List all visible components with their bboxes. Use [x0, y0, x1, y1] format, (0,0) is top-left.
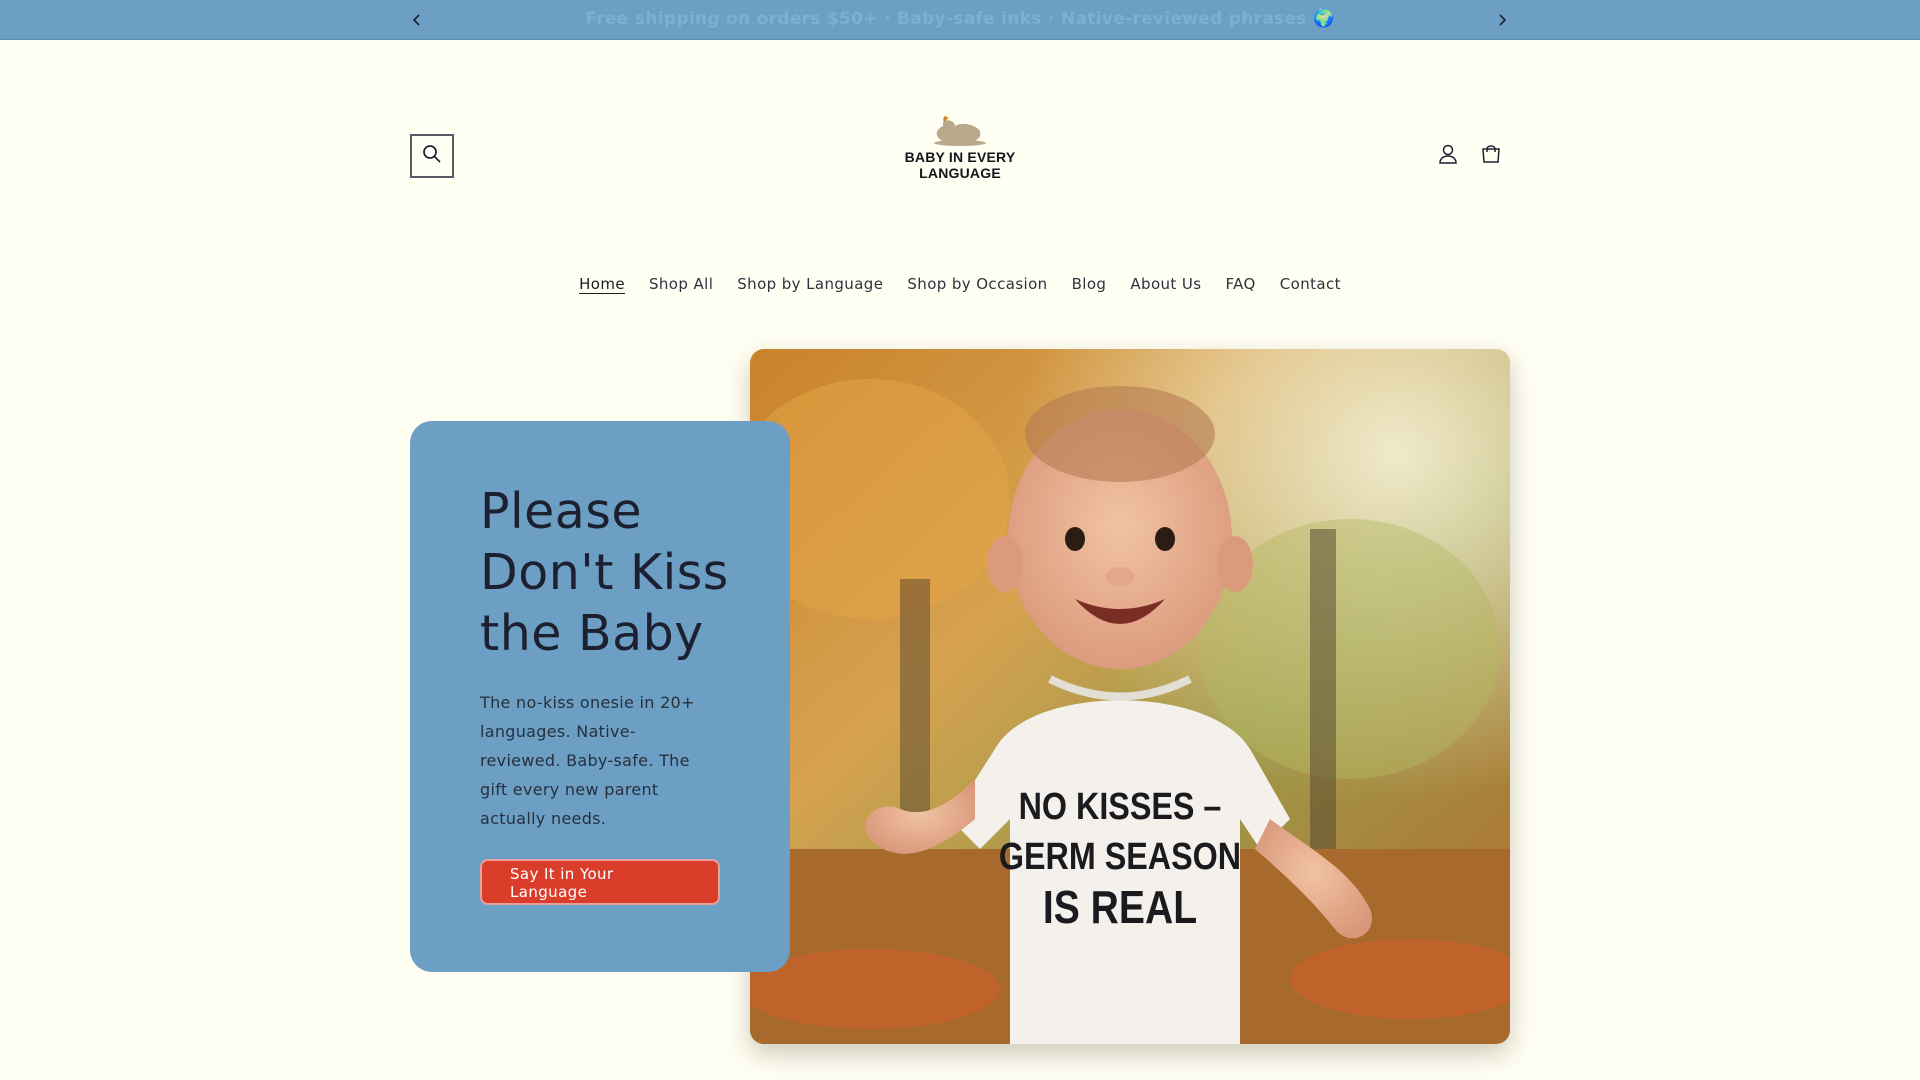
- search-icon: [422, 144, 442, 168]
- onesie-text-line2: GERM SEASON: [999, 836, 1241, 878]
- duck-logo-icon: [895, 112, 1025, 148]
- hero-image: NO KISSES – GERM SEASON IS REAL: [750, 349, 1510, 1044]
- nav-home[interactable]: Home: [579, 270, 625, 298]
- search-button[interactable]: [410, 134, 454, 178]
- announcement-bar: Free shipping on orders $50+ · Baby-safe…: [0, 0, 1920, 40]
- nav-shop-by-language[interactable]: Shop by Language: [737, 270, 883, 298]
- hero-description: The no-kiss onesie in 20+ languages. Nat…: [480, 693, 695, 828]
- nav-blog[interactable]: Blog: [1072, 270, 1107, 298]
- announcement-message: Free shipping on orders $50+ · Baby-safe…: [585, 9, 1335, 29]
- announcement-next-button[interactable]: [1489, 7, 1515, 33]
- brand-name-line2: LANGUAGE: [919, 165, 1001, 181]
- nav-contact[interactable]: Contact: [1280, 270, 1341, 298]
- brand-name-line1: BABY IN EVERY: [904, 149, 1016, 165]
- hero-text-card: Please Don't Kiss the Baby The no-kiss o…: [410, 421, 790, 972]
- onesie-text-line1: NO KISSES –: [1019, 786, 1222, 828]
- cart-icon: [1480, 143, 1502, 169]
- main-navigation: Home Shop All Shop by Language Shop by O…: [0, 270, 1920, 298]
- brand-logo[interactable]: BABY IN EVERY LANGUAGE: [895, 112, 1025, 192]
- onesie-text-line3: IS REAL: [1043, 882, 1197, 934]
- account-button[interactable]: [1432, 140, 1464, 172]
- nav-shop-all[interactable]: Shop All: [649, 270, 713, 298]
- nav-shop-by-occasion[interactable]: Shop by Occasion: [907, 270, 1047, 298]
- hero-title: Please Don't Kiss the Baby: [480, 483, 729, 662]
- say-it-in-your-language-button[interactable]: Say It in Your Language: [480, 859, 720, 905]
- nav-about-us[interactable]: About Us: [1130, 270, 1201, 298]
- nav-faq[interactable]: FAQ: [1225, 270, 1255, 298]
- chevron-right-icon: [1496, 11, 1508, 30]
- user-icon: [1437, 143, 1459, 169]
- cart-button[interactable]: [1475, 140, 1507, 172]
